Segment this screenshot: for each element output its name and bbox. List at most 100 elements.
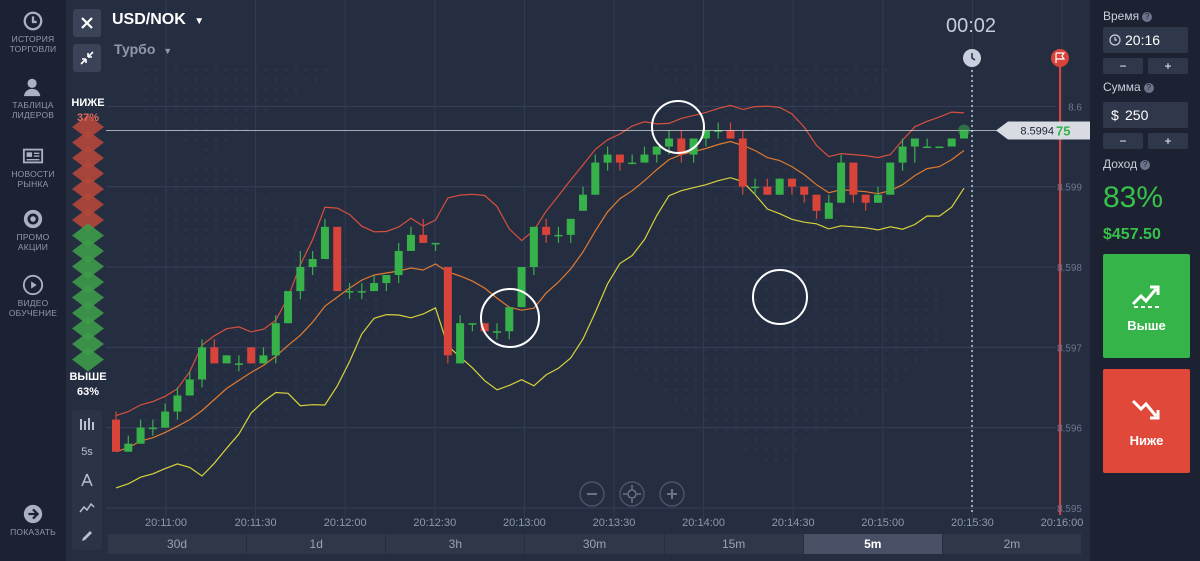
zoom-out-button[interactable] (579, 481, 605, 507)
collapse-button[interactable] (73, 44, 101, 72)
amount-decrease-button[interactable]: − (1103, 133, 1143, 149)
nav-video-tutorials[interactable]: ВИДЕО ОБУЧЕНИЕ (0, 274, 66, 318)
map-dot (784, 318, 788, 322)
asset-selector[interactable]: USD/NOK ▼ (112, 11, 204, 29)
amount-increase-button[interactable]: + (1148, 133, 1188, 149)
map-dot (814, 318, 818, 322)
map-dot (184, 288, 188, 292)
map-dot (834, 278, 838, 282)
map-dot (274, 98, 278, 102)
map-dot (684, 318, 688, 322)
map-dot (904, 338, 908, 342)
chart-area[interactable]: 8.6 8.599 8.598 8.597 8.596 8.595 20:11:00 20:1… (66, 0, 1090, 561)
nav-trade-history[interactable]: ИСТОРИЯ ТОРГОВЛИ (0, 10, 66, 54)
map-dot (854, 398, 858, 402)
interval-button[interactable]: 5s (72, 438, 102, 466)
map-dot (804, 98, 808, 102)
map-dot (704, 68, 708, 72)
map-dot (754, 268, 758, 272)
map-dot (214, 368, 218, 372)
map-dot (184, 108, 188, 112)
map-dot (884, 278, 888, 282)
time-input[interactable]: 20:16 (1103, 27, 1188, 53)
map-dot (224, 108, 228, 112)
map-dot (224, 138, 228, 142)
put-button[interactable]: Ниже (1103, 369, 1190, 473)
map-dot (754, 428, 758, 432)
sentiment-up-label: ВЫШЕ (69, 371, 107, 383)
time-increase-button[interactable]: + (1148, 58, 1188, 74)
timeframe-15m[interactable]: 15m (664, 534, 803, 554)
map-dot (814, 268, 818, 272)
promo-icon (23, 209, 43, 229)
candle-body (173, 395, 182, 412)
timeframe-1d[interactable]: 1d (247, 534, 386, 554)
nav-show[interactable]: ПОКАЗАТЬ (0, 503, 66, 537)
map-dot (194, 278, 198, 282)
timeframe-5m[interactable]: 5m (803, 534, 942, 554)
time-tick-label: 20:15:30 (951, 517, 994, 529)
price-tick-label: 8.595 (1057, 504, 1082, 515)
map-dot (824, 418, 828, 422)
pencil-button[interactable] (72, 522, 102, 550)
candle-body (628, 162, 637, 165)
zoom-in-button[interactable] (659, 481, 685, 507)
candle-body (529, 226, 538, 267)
candle-body (271, 323, 280, 356)
price-chart[interactable]: 8.6 8.599 8.598 8.597 8.596 8.595 20:11:00 20:1… (66, 0, 1090, 561)
amount-input[interactable]: $ 250 (1103, 102, 1188, 128)
income-label: Доход? (1103, 157, 1151, 171)
map-dot (734, 308, 738, 312)
map-dot (364, 288, 368, 292)
map-dot (804, 328, 808, 332)
time-decrease-button[interactable]: − (1103, 58, 1143, 74)
map-dot (914, 338, 918, 342)
map-dot (214, 338, 218, 342)
map-dot (244, 388, 248, 392)
help-icon[interactable]: ? (1140, 160, 1151, 170)
map-dot (684, 258, 688, 262)
close-chart-button[interactable] (73, 9, 101, 37)
map-dot (804, 368, 808, 372)
drawing-tools-button[interactable] (72, 466, 102, 494)
map-dot (794, 258, 798, 262)
left-navigation: ИСТОРИЯ ТОРГОВЛИ ТАБЛИЦА ЛИДЕРОВ НОВОСТИ… (0, 0, 67, 561)
map-dot (144, 298, 148, 302)
map-dot (774, 78, 778, 82)
indicators-button[interactable] (72, 494, 102, 522)
map-dot (214, 238, 218, 242)
map-dot (324, 368, 328, 372)
map-dot (244, 278, 248, 282)
map-dot (694, 348, 698, 352)
map-dot (264, 318, 268, 322)
help-icon[interactable]: ? (1142, 12, 1153, 22)
timeframe-3h[interactable]: 3h (386, 534, 525, 554)
map-dot (224, 188, 228, 192)
map-dot (714, 68, 718, 72)
map-dot (834, 88, 838, 92)
timeframe-2m[interactable]: 2m (942, 534, 1081, 554)
timeframe-30m[interactable]: 30m (525, 534, 664, 554)
map-dot (784, 168, 788, 172)
nav-promo[interactable]: ПРОМО АКЦИИ (0, 208, 66, 252)
map-dot (804, 268, 808, 272)
map-dot (674, 378, 678, 382)
map-dot (814, 308, 818, 312)
map-dot (304, 288, 308, 292)
map-dot (784, 368, 788, 372)
map-dot (264, 298, 268, 302)
map-dot (794, 358, 798, 362)
nav-market-news[interactable]: НОВОСТИ РЫНКА (0, 145, 66, 189)
map-dot (734, 248, 738, 252)
call-button[interactable]: Выше (1103, 254, 1190, 358)
nav-leaderboard[interactable]: ТАБЛИЦА ЛИДЕРОВ (0, 76, 66, 120)
timeframe-30d[interactable]: 30d (108, 534, 247, 554)
map-dot (884, 258, 888, 262)
help-icon[interactable]: ? (1143, 83, 1154, 93)
map-dot (774, 108, 778, 112)
chart-type-button[interactable] (72, 410, 102, 438)
map-dot (174, 248, 178, 252)
map-dot (794, 238, 798, 242)
mode-selector[interactable]: Турбо ▼ (114, 41, 172, 57)
zoom-reset-button[interactable] (619, 481, 645, 507)
